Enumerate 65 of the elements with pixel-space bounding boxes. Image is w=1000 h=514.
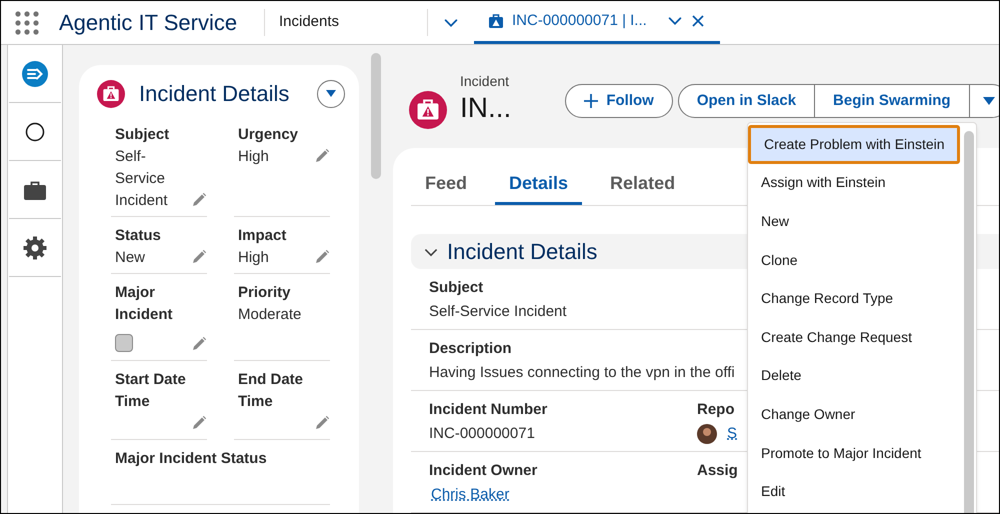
field-label: Major Incident bbox=[115, 283, 174, 325]
avatar bbox=[697, 424, 717, 444]
menu-item[interactable]: Promote to Major Incident bbox=[748, 434, 960, 472]
field-value: Self-Service Incident bbox=[115, 147, 169, 211]
object-type: Incident bbox=[460, 73, 510, 89]
field-label: Subject bbox=[115, 125, 170, 145]
nav-item[interactable]: Incidents bbox=[265, 11, 427, 34]
field-label: Incident Owner bbox=[429, 461, 538, 481]
follow-button[interactable]: Follow bbox=[565, 84, 673, 118]
briefcase-warning-icon bbox=[488, 13, 504, 29]
record-name: IN... bbox=[460, 91, 512, 125]
circle-icon[interactable] bbox=[25, 122, 45, 142]
field-label: Priority bbox=[238, 283, 291, 303]
field-label: Description bbox=[429, 339, 512, 359]
field-value: Self-Service Incident bbox=[429, 302, 567, 322]
user-link[interactable]: S bbox=[725, 422, 738, 446]
close-icon[interactable] bbox=[692, 15, 704, 27]
field-label: Incident Number bbox=[429, 400, 548, 420]
field-value: INC-000000071 bbox=[429, 424, 535, 444]
app-title: Agentic IT Service bbox=[59, 9, 238, 37]
record-tab[interactable]: Details bbox=[495, 170, 582, 205]
record-tab[interactable]: Related bbox=[596, 170, 690, 205]
field-label: Assig bbox=[697, 461, 738, 481]
field-label: Repo bbox=[697, 400, 734, 420]
pencil-icon[interactable] bbox=[191, 249, 207, 265]
menu-item[interactable]: Change Record Type bbox=[748, 279, 960, 318]
menu-item[interactable]: Create Problem with Einstein bbox=[748, 125, 960, 164]
field-value: High bbox=[238, 248, 270, 268]
pencil-icon[interactable] bbox=[191, 192, 207, 208]
field-label: Urgency bbox=[238, 125, 298, 145]
card-menu-button[interactable] bbox=[317, 80, 345, 108]
caret-icon bbox=[326, 90, 336, 97]
field-label: Start Date Time bbox=[115, 370, 187, 412]
field-label: Major Incident Status bbox=[115, 449, 267, 469]
field-label: Status bbox=[115, 226, 161, 246]
field-label: End Date Time bbox=[238, 370, 304, 412]
pencil-icon[interactable] bbox=[314, 148, 330, 164]
checkbox[interactable] bbox=[115, 334, 133, 352]
user-link[interactable]: Chris Baker bbox=[429, 484, 510, 506]
menu-item[interactable]: Change Owner bbox=[748, 395, 960, 434]
field-value: Moderate bbox=[238, 305, 302, 325]
caret-icon bbox=[982, 97, 995, 105]
field-label: Subject bbox=[429, 278, 484, 298]
briefcase-warning-icon bbox=[97, 80, 125, 108]
field-value: Having Issues connecting to the vpn in the offi bbox=[429, 362, 735, 383]
app-launcher-icon[interactable] bbox=[15, 10, 39, 34]
plus-icon bbox=[584, 94, 598, 108]
field-label: Impact bbox=[238, 226, 286, 246]
pencil-icon[interactable] bbox=[314, 249, 330, 265]
pencil-icon[interactable] bbox=[191, 415, 207, 431]
record-tab[interactable]: Feed bbox=[411, 170, 482, 205]
field-value: New bbox=[115, 248, 146, 268]
card-title: Incident Details bbox=[139, 80, 290, 108]
action-button[interactable]: Open in Slack bbox=[678, 85, 816, 117]
menu-item[interactable]: Assign with Einstein bbox=[748, 164, 960, 202]
menu-item[interactable]: Edit bbox=[748, 472, 960, 511]
menu-item[interactable]: Create Change Request bbox=[748, 318, 960, 357]
menu-item[interactable]: Delete bbox=[748, 356, 960, 396]
action-button[interactable]: Begin Swarming bbox=[815, 85, 970, 117]
pencil-icon[interactable] bbox=[191, 336, 207, 352]
tab-label: INC-000000071 | I... bbox=[512, 10, 647, 31]
pencil-icon[interactable] bbox=[314, 415, 330, 431]
settings-icon[interactable] bbox=[23, 236, 47, 260]
briefcase-warning-icon bbox=[409, 91, 447, 129]
field-value: High bbox=[238, 147, 270, 167]
